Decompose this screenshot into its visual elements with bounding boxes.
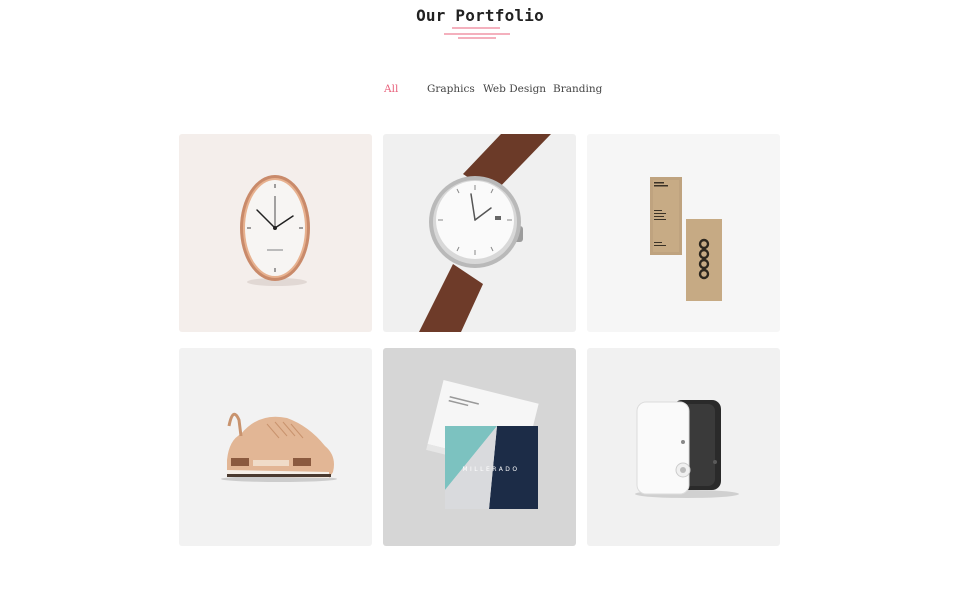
kraft-cards-image — [587, 134, 780, 332]
portfolio-item-watch[interactable] — [383, 134, 576, 332]
portfolio-item-geometric-cards[interactable]: MILLERADO — [383, 348, 576, 546]
clock-image — [179, 134, 372, 332]
business-card-text: MILLERADO — [462, 466, 519, 473]
portfolio-item-device[interactable] — [587, 348, 780, 546]
geometric-cards-image: MILLERADO — [383, 348, 576, 546]
filter-all[interactable]: All — [384, 83, 398, 95]
page-title: Our Portfolio — [416, 6, 544, 25]
filter-web-design[interactable]: Web Design — [483, 83, 546, 95]
filter-graphics[interactable]: Graphics — [427, 83, 475, 95]
portfolio-item-kraft-cards[interactable] — [587, 134, 780, 332]
portfolio-item-sneaker[interactable] — [179, 348, 372, 546]
portfolio-item-clock[interactable] — [179, 134, 372, 332]
filter-branding[interactable]: Branding — [553, 83, 602, 95]
sneaker-image — [179, 348, 372, 546]
title-underline — [444, 27, 510, 39]
device-image — [587, 348, 780, 546]
portfolio-filter-nav: All Graphics Web Design Branding — [0, 83, 960, 99]
watch-image — [383, 134, 576, 332]
